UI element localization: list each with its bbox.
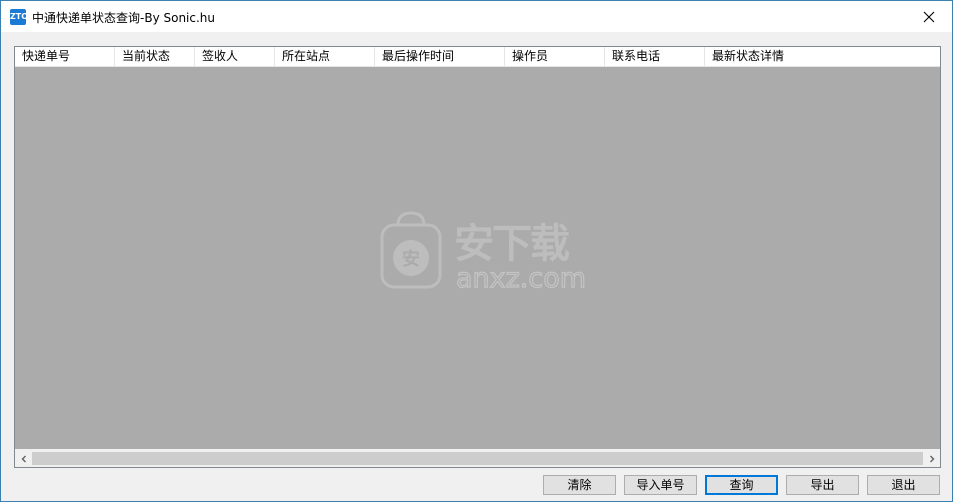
close-button[interactable] — [906, 1, 952, 32]
export-button[interactable]: 导出 — [786, 475, 859, 495]
result-list-view[interactable]: 快递单号 当前状态 签收人 所在站点 最后操作时间 操作员 联系电话 最新状态详… — [14, 46, 941, 468]
column-header-latest-detail[interactable]: 最新状态详情 — [705, 47, 940, 66]
import-tracking-numbers-button[interactable]: 导入单号 — [624, 475, 697, 495]
exit-button[interactable]: 退出 — [867, 475, 940, 495]
column-header-station[interactable]: 所在站点 — [275, 47, 375, 66]
watermark-text: 安下载 — [454, 221, 570, 267]
clear-button[interactable]: 清除 — [543, 475, 616, 495]
scroll-right-button[interactable] — [923, 450, 940, 467]
column-header-phone[interactable]: 联系电话 — [605, 47, 705, 66]
chevron-left-icon — [21, 455, 26, 462]
scroll-left-button[interactable] — [15, 450, 32, 467]
column-header-last-operation-time[interactable]: 最后操作时间 — [375, 47, 505, 66]
column-header-signer[interactable]: 签收人 — [195, 47, 275, 66]
watermark-logo: 安 安下载 anxz.com — [380, 211, 587, 295]
column-header-current-status[interactable]: 当前状态 — [115, 47, 195, 66]
zto-app-icon: ZTO — [10, 9, 28, 25]
watermark-domain: anxz.com — [456, 263, 586, 294]
column-header-operator[interactable]: 操作员 — [505, 47, 605, 66]
chevron-right-icon — [929, 455, 934, 462]
title-bar: ZTO 中通快递单状态查询-By Sonic.hu — [1, 1, 952, 32]
close-icon — [923, 11, 935, 22]
watermark: 安 安下载 anxz.com — [368, 209, 598, 295]
list-header: 快递单号 当前状态 签收人 所在站点 最后操作时间 操作员 联系电话 最新状态详… — [15, 47, 940, 67]
query-button[interactable]: 查询 — [705, 475, 778, 495]
scrollbar-thumb[interactable] — [32, 452, 923, 465]
watermark-badge-char: 安 — [402, 248, 420, 270]
horizontal-scrollbar[interactable] — [15, 449, 940, 467]
main-window: ZTO 中通快递单状态查询-By Sonic.hu 快递单号 当前状态 签收人 … — [0, 0, 953, 502]
window-title: 中通快递单状态查询-By Sonic.hu — [32, 11, 216, 25]
column-header-tracking-number[interactable]: 快递单号 — [15, 47, 115, 66]
